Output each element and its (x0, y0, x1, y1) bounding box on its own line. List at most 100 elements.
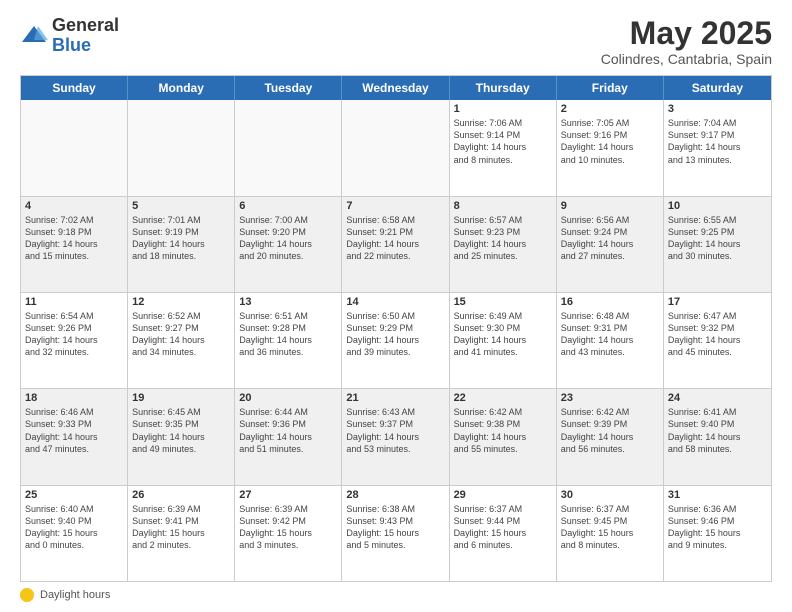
cal-cell: 13 Sunrise: 6:51 AM Sunset: 9:28 PM Dayli… (235, 293, 342, 388)
cell-info: Sunrise: 7:01 AM Sunset: 9:19 PM Dayligh… (132, 214, 230, 263)
cal-cell: 21 Sunrise: 6:43 AM Sunset: 9:37 PM Dayli… (342, 389, 449, 484)
header-monday: Monday (128, 76, 235, 100)
cell-info: Sunrise: 6:52 AM Sunset: 9:27 PM Dayligh… (132, 310, 230, 359)
cell-info: Sunrise: 6:39 AM Sunset: 9:42 PM Dayligh… (239, 503, 337, 552)
logo: General Blue (20, 16, 119, 56)
title-block: May 2025 Colindres, Cantabria, Spain (601, 16, 772, 67)
day-number: 2 (561, 103, 659, 115)
cal-row-4: 18 Sunrise: 6:46 AM Sunset: 9:33 PM Dayli… (21, 388, 771, 484)
cell-info: Sunrise: 6:38 AM Sunset: 9:43 PM Dayligh… (346, 503, 444, 552)
cell-info: Sunrise: 7:04 AM Sunset: 9:17 PM Dayligh… (668, 117, 767, 166)
day-number: 4 (25, 200, 123, 212)
cell-info: Sunrise: 6:51 AM Sunset: 9:28 PM Dayligh… (239, 310, 337, 359)
cal-cell: 12 Sunrise: 6:52 AM Sunset: 9:27 PM Dayli… (128, 293, 235, 388)
cal-cell: 18 Sunrise: 6:46 AM Sunset: 9:33 PM Dayli… (21, 389, 128, 484)
cell-info: Sunrise: 6:42 AM Sunset: 9:38 PM Dayligh… (454, 406, 552, 455)
day-number: 5 (132, 200, 230, 212)
header: General Blue May 2025 Colindres, Cantabr… (20, 16, 772, 67)
cal-row-1: 1 Sunrise: 7:06 AM Sunset: 9:14 PM Daylig… (21, 100, 771, 195)
cell-info: Sunrise: 6:55 AM Sunset: 9:25 PM Dayligh… (668, 214, 767, 263)
logo-icon (20, 22, 48, 50)
day-number: 27 (239, 489, 337, 501)
cell-info: Sunrise: 6:58 AM Sunset: 9:21 PM Dayligh… (346, 214, 444, 263)
cal-cell: 11 Sunrise: 6:54 AM Sunset: 9:26 PM Dayli… (21, 293, 128, 388)
location-subtitle: Colindres, Cantabria, Spain (601, 51, 772, 67)
day-number: 29 (454, 489, 552, 501)
cal-cell: 19 Sunrise: 6:45 AM Sunset: 9:35 PM Dayli… (128, 389, 235, 484)
day-number: 12 (132, 296, 230, 308)
cell-info: Sunrise: 6:50 AM Sunset: 9:29 PM Dayligh… (346, 310, 444, 359)
cal-cell: 9 Sunrise: 6:56 AM Sunset: 9:24 PM Daylig… (557, 197, 664, 292)
header-wednesday: Wednesday (342, 76, 449, 100)
day-number: 20 (239, 392, 337, 404)
cal-cell: 8 Sunrise: 6:57 AM Sunset: 9:23 PM Daylig… (450, 197, 557, 292)
cell-info: Sunrise: 6:49 AM Sunset: 9:30 PM Dayligh… (454, 310, 552, 359)
cell-info: Sunrise: 6:37 AM Sunset: 9:44 PM Dayligh… (454, 503, 552, 552)
cell-info: Sunrise: 6:43 AM Sunset: 9:37 PM Dayligh… (346, 406, 444, 455)
day-number: 1 (454, 103, 552, 115)
calendar-header: Sunday Monday Tuesday Wednesday Thursday… (21, 76, 771, 100)
cal-cell (235, 100, 342, 195)
cal-cell (128, 100, 235, 195)
day-number: 17 (668, 296, 767, 308)
cal-cell: 23 Sunrise: 6:42 AM Sunset: 9:39 PM Dayli… (557, 389, 664, 484)
day-number: 15 (454, 296, 552, 308)
cal-cell: 7 Sunrise: 6:58 AM Sunset: 9:21 PM Daylig… (342, 197, 449, 292)
header-tuesday: Tuesday (235, 76, 342, 100)
cell-info: Sunrise: 6:48 AM Sunset: 9:31 PM Dayligh… (561, 310, 659, 359)
cal-cell: 27 Sunrise: 6:39 AM Sunset: 9:42 PM Dayli… (235, 486, 342, 581)
cell-info: Sunrise: 6:57 AM Sunset: 9:23 PM Dayligh… (454, 214, 552, 263)
cal-cell: 2 Sunrise: 7:05 AM Sunset: 9:16 PM Daylig… (557, 100, 664, 195)
cal-cell: 26Sunrise: 6:39 AM Sunset: 9:41 PM Dayli… (128, 486, 235, 581)
logo-general: General (52, 16, 119, 36)
cell-info: Sunrise: 6:47 AM Sunset: 9:32 PM Dayligh… (668, 310, 767, 359)
cell-info: Sunrise: 6:41 AM Sunset: 9:40 PM Dayligh… (668, 406, 767, 455)
cal-cell: 25Sunrise: 6:40 AM Sunset: 9:40 PM Dayli… (21, 486, 128, 581)
cal-cell: 5 Sunrise: 7:01 AM Sunset: 9:19 PM Daylig… (128, 197, 235, 292)
cal-cell: 6 Sunrise: 7:00 AM Sunset: 9:20 PM Daylig… (235, 197, 342, 292)
cell-info: Sunrise: 6:37 AM Sunset: 9:45 PM Dayligh… (561, 503, 659, 552)
day-number: 30 (561, 489, 659, 501)
day-number: 7 (346, 200, 444, 212)
day-number: 19 (132, 392, 230, 404)
cal-cell (342, 100, 449, 195)
cal-cell (21, 100, 128, 195)
cell-info: Sunrise: 7:05 AM Sunset: 9:16 PM Dayligh… (561, 117, 659, 166)
cell-info: Sunrise: 6:45 AM Sunset: 9:35 PM Dayligh… (132, 406, 230, 455)
cal-cell: 15 Sunrise: 6:49 AM Sunset: 9:30 PM Dayli… (450, 293, 557, 388)
cal-row-2: 4 Sunrise: 7:02 AM Sunset: 9:18 PM Daylig… (21, 196, 771, 292)
day-number: 8 (454, 200, 552, 212)
day-number: 22 (454, 392, 552, 404)
cell-info: Sunrise: 7:06 AM Sunset: 9:14 PM Dayligh… (454, 117, 552, 166)
day-number: 31 (668, 489, 767, 501)
day-number: 10 (668, 200, 767, 212)
footer: Daylight hours (20, 588, 772, 602)
day-number: 11 (25, 296, 123, 308)
day-number: 24 (668, 392, 767, 404)
header-friday: Friday (557, 76, 664, 100)
day-number: 21 (346, 392, 444, 404)
cell-info: Sunrise: 6:54 AM Sunset: 9:26 PM Dayligh… (25, 310, 123, 359)
cal-cell: 4 Sunrise: 7:02 AM Sunset: 9:18 PM Daylig… (21, 197, 128, 292)
day-number: 23 (561, 392, 659, 404)
calendar-body: 1 Sunrise: 7:06 AM Sunset: 9:14 PM Daylig… (21, 100, 771, 581)
cal-cell: 20Sunrise: 6:44 AM Sunset: 9:36 PM Dayli… (235, 389, 342, 484)
cal-row-3: 11 Sunrise: 6:54 AM Sunset: 9:26 PM Dayli… (21, 292, 771, 388)
cal-cell: 14 Sunrise: 6:50 AM Sunset: 9:29 PM Dayli… (342, 293, 449, 388)
day-number: 14 (346, 296, 444, 308)
day-number: 9 (561, 200, 659, 212)
page: General Blue May 2025 Colindres, Cantabr… (0, 0, 792, 612)
calendar: Sunday Monday Tuesday Wednesday Thursday… (20, 75, 772, 582)
day-number: 13 (239, 296, 337, 308)
cell-info: Sunrise: 6:46 AM Sunset: 9:33 PM Dayligh… (25, 406, 123, 455)
day-number: 18 (25, 392, 123, 404)
cell-info: Sunrise: 6:56 AM Sunset: 9:24 PM Dayligh… (561, 214, 659, 263)
day-number: 6 (239, 200, 337, 212)
logo-blue: Blue (52, 36, 119, 56)
cell-info: Sunrise: 7:00 AM Sunset: 9:20 PM Dayligh… (239, 214, 337, 263)
cell-info: Sunrise: 6:42 AM Sunset: 9:39 PM Dayligh… (561, 406, 659, 455)
cell-info: Sunrise: 7:02 AM Sunset: 9:18 PM Dayligh… (25, 214, 123, 263)
cal-cell: 22 Sunrise: 6:42 AM Sunset: 9:38 PM Dayli… (450, 389, 557, 484)
cal-row-5: 25Sunrise: 6:40 AM Sunset: 9:40 PM Dayli… (21, 485, 771, 581)
logo-text: General Blue (52, 16, 119, 56)
